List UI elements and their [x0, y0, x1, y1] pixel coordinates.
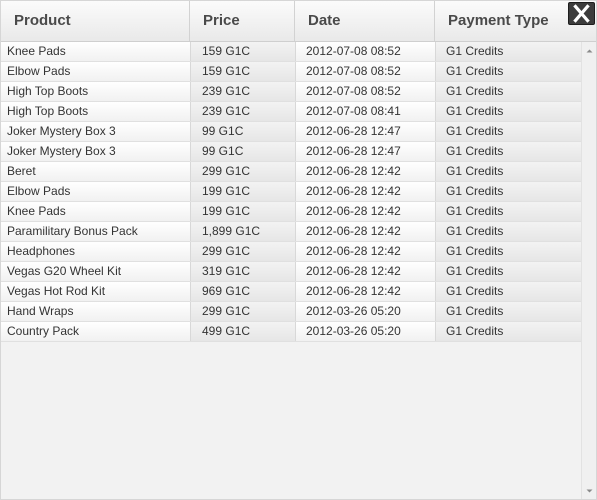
table-row[interactable]: Elbow Pads 199 G1C 2012-06-28 12:42 G1 Cred… [1, 182, 581, 202]
payment-type-cell: G1 Credits [435, 302, 581, 321]
purchase-history-window: Product Price Date Payment Type Knee Pad… [0, 0, 597, 500]
date-cell: 2012-07-08 08:41 [295, 102, 435, 121]
date-cell: 2012-03-26 05:20 [295, 302, 435, 321]
table-row[interactable]: Beret 299 G1C 2012-06-28 12:42 G1 Credits [1, 162, 581, 182]
date-cell: 2012-06-28 12:42 [295, 222, 435, 241]
price-cell: 1,899 G1C [190, 222, 295, 241]
product-cell: Knee Pads [1, 42, 190, 61]
column-header-payment-type[interactable]: Payment Type [435, 1, 565, 41]
product-cell: Joker Mystery Box 3 [1, 142, 190, 161]
close-icon [573, 4, 590, 23]
product-cell: Hand Wraps [1, 302, 190, 321]
price-cell: 319 G1C [190, 262, 295, 281]
date-cell: 2012-06-28 12:47 [295, 142, 435, 161]
date-cell: 2012-06-28 12:42 [295, 162, 435, 181]
date-cell: 2012-03-26 05:20 [295, 322, 435, 341]
price-cell: 299 G1C [190, 242, 295, 261]
date-cell: 2012-07-08 08:52 [295, 82, 435, 101]
product-cell: Country Pack [1, 322, 190, 341]
date-cell: 2012-07-08 08:52 [295, 42, 435, 61]
price-cell: 299 G1C [190, 162, 295, 181]
scroll-down-button[interactable] [582, 484, 596, 498]
chevron-up-icon [586, 49, 593, 53]
product-cell: Vegas G20 Wheel Kit [1, 262, 190, 281]
payment-type-cell: G1 Credits [435, 82, 581, 101]
payment-type-cell: G1 Credits [435, 142, 581, 161]
product-cell: Beret [1, 162, 190, 181]
date-cell: 2012-06-28 12:42 [295, 282, 435, 301]
product-cell: High Top Boots [1, 102, 190, 121]
table-row[interactable]: Elbow Pads 159 G1C 2012-07-08 08:52 G1 Cred… [1, 62, 581, 82]
payment-type-cell: G1 Credits [435, 102, 581, 121]
table-row[interactable]: Joker Mystery Box 3 99 G1C 2012-06-28 12:4… [1, 122, 581, 142]
payment-type-cell: G1 Credits [435, 222, 581, 241]
vertical-scrollbar[interactable] [581, 42, 596, 499]
date-cell: 2012-06-28 12:42 [295, 202, 435, 221]
payment-type-cell: G1 Credits [435, 182, 581, 201]
price-cell: 499 G1C [190, 322, 295, 341]
chevron-down-icon [586, 489, 593, 493]
table-row[interactable]: Country Pack 499 G1C 2012-03-26 05:20 G1 Cr… [1, 322, 581, 342]
product-cell: Elbow Pads [1, 62, 190, 81]
payment-type-cell: G1 Credits [435, 122, 581, 141]
date-cell: 2012-06-28 12:42 [295, 262, 435, 281]
price-cell: 159 G1C [190, 62, 295, 81]
payment-type-cell: G1 Credits [435, 162, 581, 181]
date-cell: 2012-06-28 12:42 [295, 242, 435, 261]
payment-type-cell: G1 Credits [435, 282, 581, 301]
table-row[interactable]: Knee Pads 199 G1C 2012-06-28 12:42 G1 Credi… [1, 202, 581, 222]
table-row[interactable]: Paramilitary Bonus Pack 1,899 G1C 2012-06-… [1, 222, 581, 242]
close-button[interactable] [568, 2, 595, 25]
price-cell: 199 G1C [190, 182, 295, 201]
table-row[interactable]: Hand Wraps 299 G1C 2012-03-26 05:20 G1 Cred… [1, 302, 581, 322]
table-row[interactable]: Knee Pads 159 G1C 2012-07-08 08:52 G1 Credi… [1, 42, 581, 62]
payment-type-cell: G1 Credits [435, 62, 581, 81]
product-cell: High Top Boots [1, 82, 190, 101]
price-cell: 239 G1C [190, 82, 295, 101]
product-cell: Headphones [1, 242, 190, 261]
product-cell: Elbow Pads [1, 182, 190, 201]
column-header-product[interactable]: Product [1, 1, 190, 41]
table-header: Product Price Date Payment Type [1, 1, 596, 42]
payment-type-cell: G1 Credits [435, 42, 581, 61]
payment-type-cell: G1 Credits [435, 242, 581, 261]
product-cell: Paramilitary Bonus Pack [1, 222, 190, 241]
column-header-price[interactable]: Price [190, 1, 295, 41]
price-cell: 199 G1C [190, 202, 295, 221]
product-cell: Knee Pads [1, 202, 190, 221]
table-row[interactable]: Vegas G20 Wheel Kit 319 G1C 2012-06-28 12:… [1, 262, 581, 282]
table-row[interactable]: High Top Boots 239 G1C 2012-07-08 08:41 G1 … [1, 102, 581, 122]
payment-type-cell: G1 Credits [435, 262, 581, 281]
table-row[interactable]: High Top Boots 239 G1C 2012-07-08 08:52 G1 … [1, 82, 581, 102]
price-cell: 969 G1C [190, 282, 295, 301]
date-cell: 2012-06-28 12:42 [295, 182, 435, 201]
product-cell: Vegas Hot Rod Kit [1, 282, 190, 301]
table-row[interactable]: Vegas Hot Rod Kit 969 G1C 2012-06-28 12:42… [1, 282, 581, 302]
price-cell: 239 G1C [190, 102, 295, 121]
payment-type-cell: G1 Credits [435, 322, 581, 341]
table-row[interactable]: Joker Mystery Box 3 99 G1C 2012-06-28 12:4… [1, 142, 581, 162]
table-row[interactable]: Headphones 299 G1C 2012-06-28 12:42 G1 Cred… [1, 242, 581, 262]
date-cell: 2012-07-08 08:52 [295, 62, 435, 81]
price-cell: 99 G1C [190, 142, 295, 161]
product-cell: Joker Mystery Box 3 [1, 122, 190, 141]
scroll-up-button[interactable] [582, 44, 596, 58]
date-cell: 2012-06-28 12:47 [295, 122, 435, 141]
price-cell: 99 G1C [190, 122, 295, 141]
price-cell: 299 G1C [190, 302, 295, 321]
payment-type-cell: G1 Credits [435, 202, 581, 221]
price-cell: 159 G1C [190, 42, 295, 61]
column-header-date[interactable]: Date [295, 1, 435, 41]
purchase-table-body: Knee Pads 159 G1C 2012-07-08 08:52 G1 Credi… [1, 42, 581, 342]
